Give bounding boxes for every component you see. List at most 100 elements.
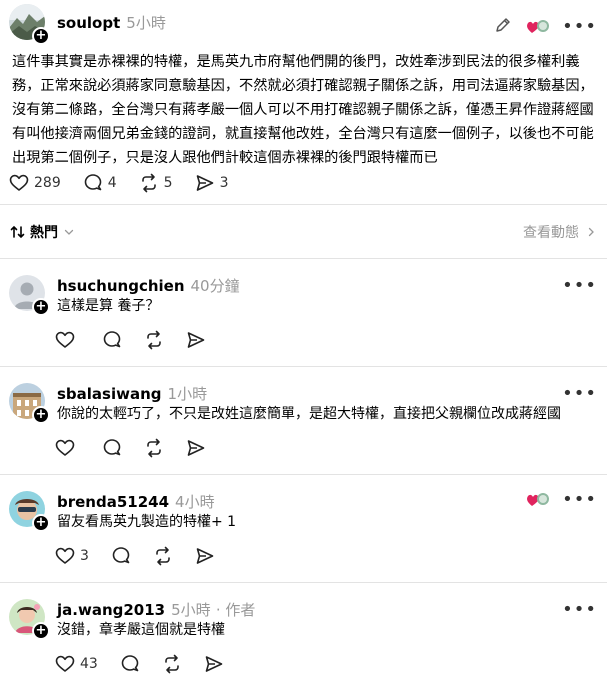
divider bbox=[0, 204, 607, 205]
reply-username-row: brenda51244 4小時 bbox=[57, 491, 215, 512]
comment-button[interactable]: 4 bbox=[83, 173, 117, 193]
reply-username[interactable]: sbalasiwang bbox=[57, 385, 162, 403]
comment-button[interactable] bbox=[102, 330, 122, 350]
reply-text: 你說的太輕巧了，不只是改姓這麼簡單，是超大特權，直接把父親欄位改成蔣經國 bbox=[57, 406, 561, 422]
reply-avatar[interactable]: + bbox=[9, 275, 50, 316]
reply-actions bbox=[55, 436, 228, 460]
more-options-icon[interactable]: ••• bbox=[562, 277, 597, 295]
share-button[interactable] bbox=[204, 654, 224, 674]
more-options-icon[interactable]: ••• bbox=[562, 601, 597, 619]
share-button[interactable] bbox=[186, 330, 206, 350]
chevron-right-icon bbox=[588, 227, 594, 237]
reply-username-row: hsuchungchien 40分鐘 bbox=[57, 275, 240, 296]
reply-time: 40分鐘 bbox=[190, 277, 240, 295]
reply-avatar[interactable]: + bbox=[9, 383, 50, 424]
repost-button[interactable] bbox=[153, 546, 173, 566]
comment-icon bbox=[103, 439, 121, 456]
like-button[interactable] bbox=[55, 330, 80, 350]
like-button[interactable]: 289 bbox=[9, 173, 61, 193]
comment-count: 4 bbox=[107, 175, 117, 191]
share-button[interactable]: 3 bbox=[195, 173, 229, 193]
reply-top-icons: ••• bbox=[512, 491, 597, 509]
repost-icon bbox=[147, 438, 161, 458]
share-icon bbox=[205, 656, 223, 672]
comment-icon bbox=[103, 331, 121, 348]
reaction-heart-icon[interactable] bbox=[526, 18, 550, 36]
follow-plus-icon[interactable]: + bbox=[32, 27, 50, 45]
repost-button[interactable]: 5 bbox=[139, 173, 173, 193]
reply-time: 1小時 bbox=[167, 385, 208, 403]
reply-actions: 43 bbox=[55, 652, 246, 676]
reply-actions bbox=[55, 328, 228, 352]
edit-pencil-icon[interactable] bbox=[494, 16, 512, 38]
repost-button[interactable] bbox=[162, 654, 182, 674]
main-post-avatar[interactable]: + bbox=[9, 4, 50, 45]
repost-button[interactable] bbox=[144, 438, 164, 458]
reply-avatar[interactable]: + bbox=[9, 599, 50, 640]
share-button[interactable] bbox=[195, 546, 215, 566]
sort-row: 熱門 查看動態 bbox=[10, 222, 597, 244]
more-options-icon[interactable]: ••• bbox=[562, 491, 597, 509]
reply-avatar[interactable]: + bbox=[9, 491, 50, 532]
like-button[interactable]: 3 bbox=[55, 546, 89, 566]
comment-button[interactable] bbox=[111, 546, 131, 566]
like-count: 3 bbox=[80, 548, 89, 564]
comment-icon bbox=[84, 174, 102, 191]
share-icon bbox=[187, 332, 205, 348]
follow-plus-icon[interactable]: + bbox=[32, 406, 50, 424]
repost-icon bbox=[165, 654, 179, 674]
reply-time: 4小時 bbox=[175, 493, 215, 511]
share-icon bbox=[187, 440, 205, 456]
comment-icon bbox=[121, 655, 139, 672]
like-button[interactable] bbox=[55, 438, 80, 458]
share-icon bbox=[196, 175, 213, 191]
reply-username[interactable]: hsuchungchien bbox=[57, 277, 185, 295]
more-options-icon[interactable]: ••• bbox=[562, 18, 597, 36]
reply-text: 這樣是算 養子？ bbox=[57, 298, 160, 314]
heart-icon bbox=[55, 655, 75, 672]
reply-text: 沒錯，章孝嚴這個就是特權 bbox=[57, 622, 225, 638]
sort-dropdown[interactable]: 熱門 bbox=[10, 222, 75, 242]
divider bbox=[0, 258, 607, 259]
heart-icon bbox=[55, 547, 75, 564]
sort-label: 熱門 bbox=[30, 225, 58, 241]
reply-top-icons: ••• bbox=[548, 385, 597, 403]
main-post-username[interactable]: soulopt bbox=[57, 14, 120, 32]
main-post-username-row: soulopt 5小時 bbox=[57, 12, 166, 33]
comment-button[interactable] bbox=[102, 438, 122, 458]
reaction-heart-icon[interactable] bbox=[526, 491, 550, 509]
share-count: 3 bbox=[219, 175, 229, 191]
reply-text: 留友看馬英九製造的特權+ 1 bbox=[57, 514, 237, 530]
view-activity-link[interactable]: 查看動態 bbox=[523, 222, 597, 242]
reply-username-row: ja.wang2013 5小時 · 作者 bbox=[57, 599, 255, 620]
divider bbox=[0, 366, 607, 367]
divider bbox=[0, 474, 607, 475]
main-post-actions: 289 4 5 3 bbox=[9, 171, 251, 195]
follow-plus-icon[interactable]: + bbox=[32, 622, 50, 640]
comment-button[interactable] bbox=[120, 654, 140, 674]
like-count: 289 bbox=[34, 175, 61, 191]
reply-time: 5小時 bbox=[171, 601, 211, 619]
reply-username[interactable]: brenda51244 bbox=[57, 493, 169, 511]
more-options-icon[interactable]: ••• bbox=[562, 385, 597, 403]
main-post-top-icons: ••• bbox=[480, 16, 597, 38]
main-post-header: + soulopt 5小時 ••• bbox=[0, 4, 607, 45]
reply-top-icons: ••• bbox=[548, 277, 597, 295]
repost-count: 5 bbox=[163, 175, 173, 191]
reply-top-icons: ••• bbox=[548, 601, 597, 619]
repost-button[interactable] bbox=[144, 330, 164, 350]
heart-icon bbox=[9, 174, 29, 191]
follow-plus-icon[interactable]: + bbox=[32, 298, 50, 316]
heart-icon bbox=[55, 439, 75, 456]
heart-icon bbox=[55, 331, 75, 348]
main-post-time: 5小時 bbox=[126, 14, 166, 32]
sort-arrows-icon bbox=[10, 225, 25, 239]
follow-plus-icon[interactable]: + bbox=[32, 514, 50, 532]
share-button[interactable] bbox=[186, 438, 206, 458]
divider bbox=[0, 582, 607, 583]
like-button[interactable]: 43 bbox=[55, 654, 98, 674]
repost-icon bbox=[156, 546, 170, 566]
reply-username[interactable]: ja.wang2013 bbox=[57, 601, 165, 619]
share-icon bbox=[196, 548, 214, 564]
reply-username-row: sbalasiwang 1小時 bbox=[57, 383, 207, 404]
